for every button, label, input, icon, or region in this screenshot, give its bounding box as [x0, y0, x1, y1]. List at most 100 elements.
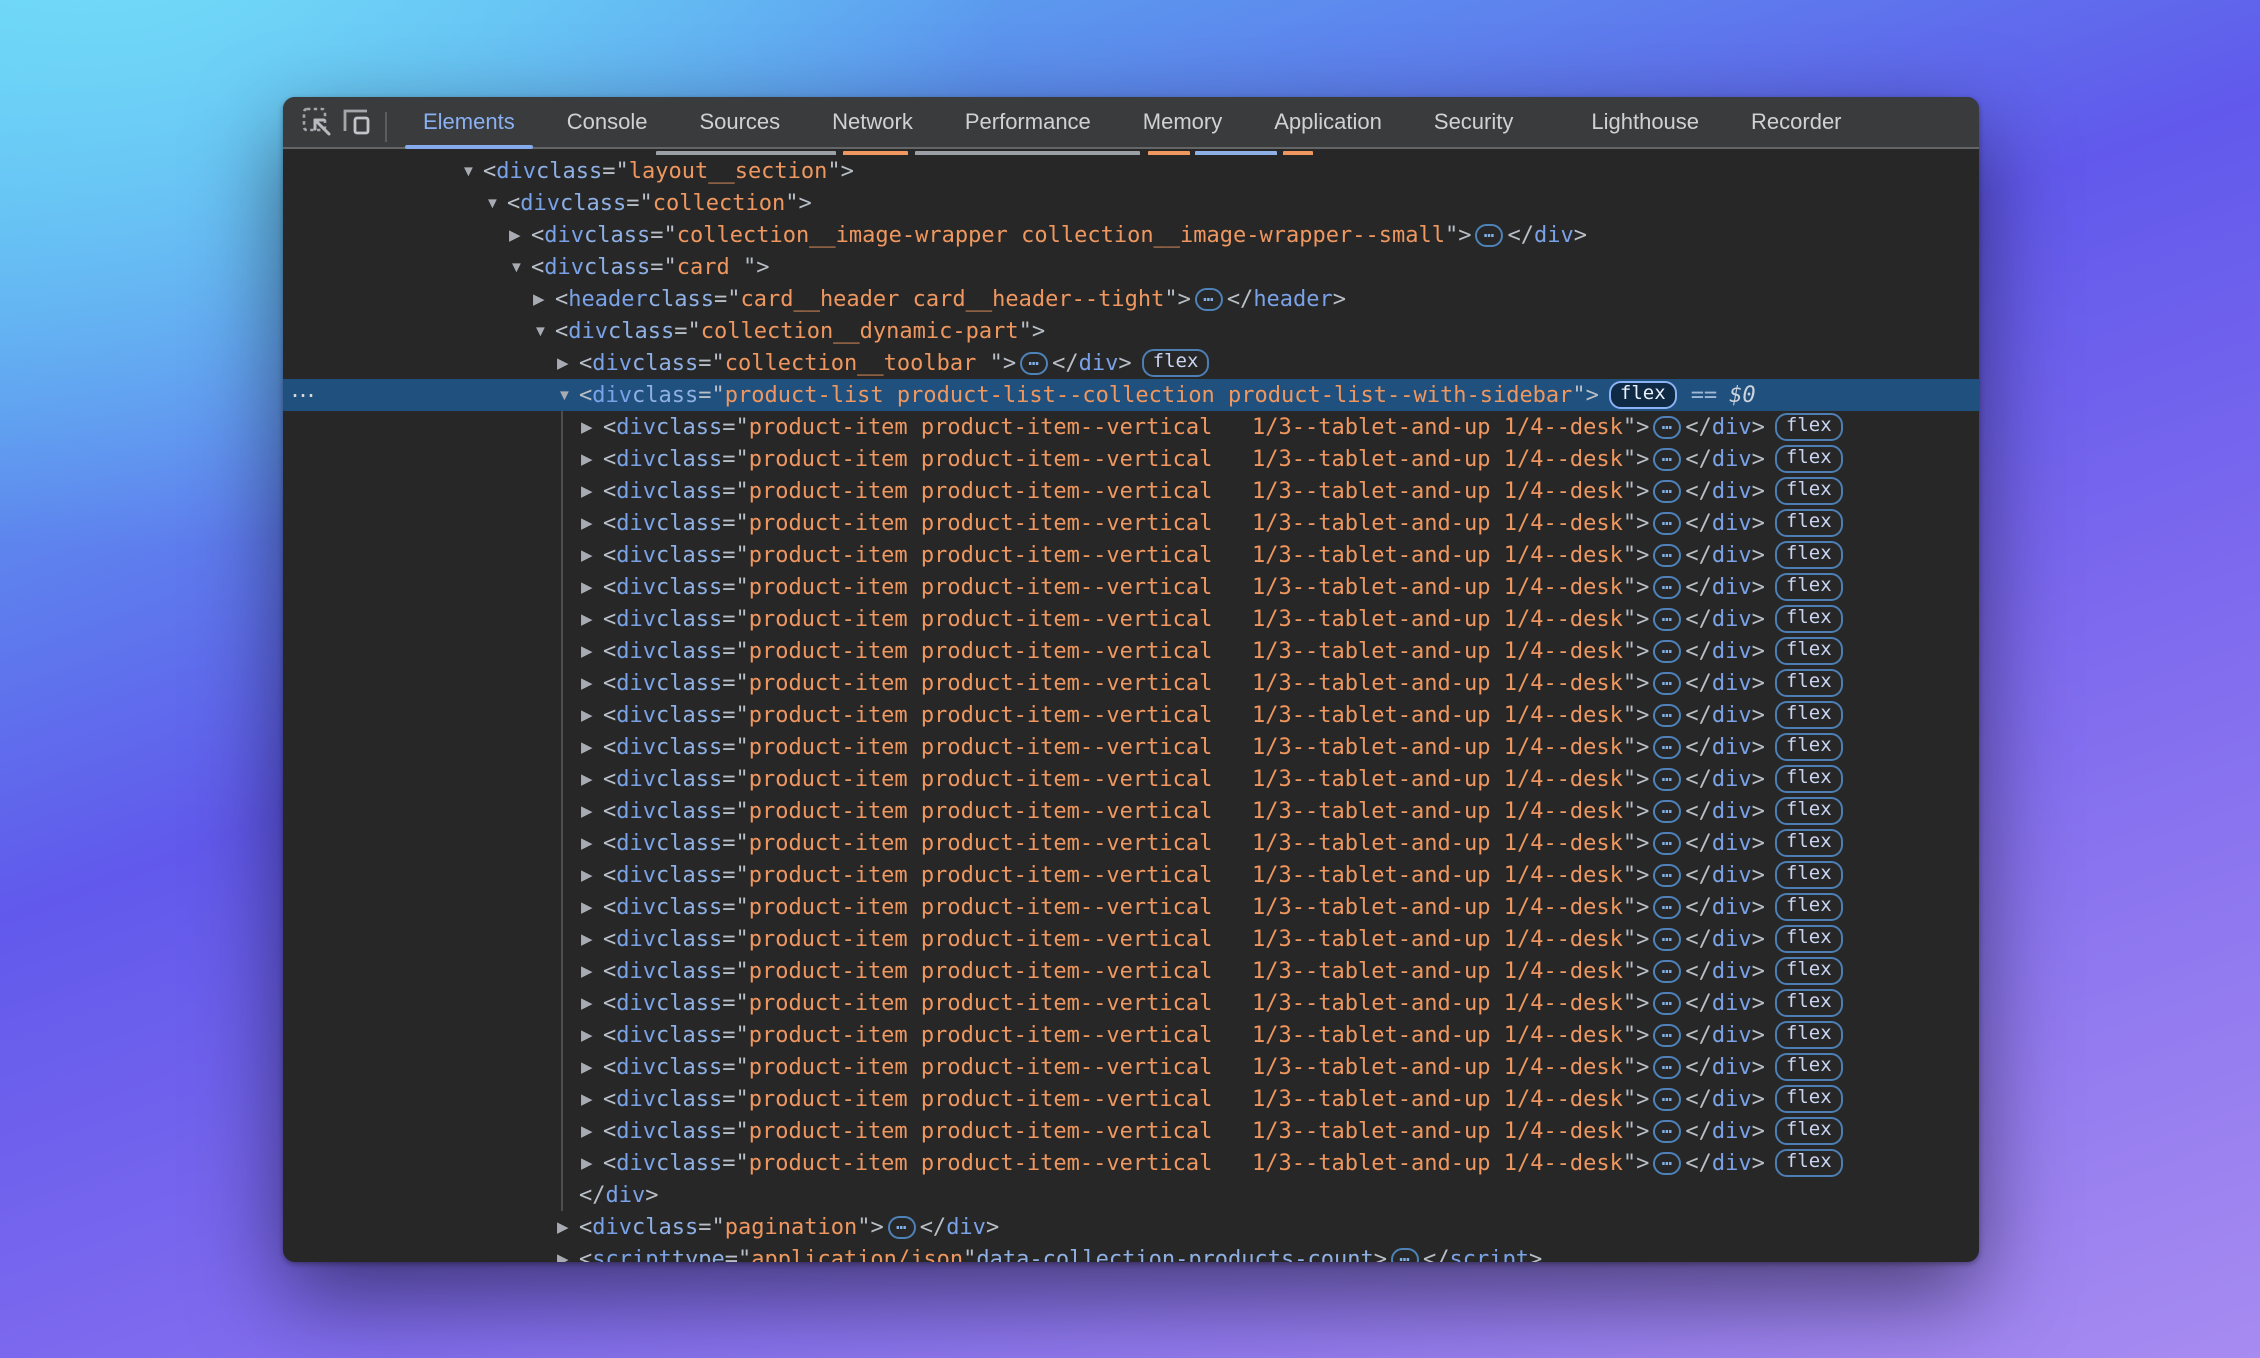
- flex-badge[interactable]: flex: [1775, 445, 1843, 473]
- tree-row-product-item[interactable]: ▶<div class="product-item product-item--…: [283, 1019, 1979, 1051]
- flex-badge[interactable]: flex: [1775, 701, 1843, 729]
- tree-row-layout-section[interactable]: ▼<div class="layout__section">: [283, 155, 1979, 187]
- inline-expand-icon[interactable]: …: [1653, 576, 1681, 599]
- inline-expand-icon[interactable]: …: [1653, 928, 1681, 951]
- inline-expand-icon[interactable]: …: [888, 1216, 916, 1239]
- tree-row-product-item[interactable]: ▶<div class="product-item product-item--…: [283, 603, 1979, 635]
- flex-badge[interactable]: flex: [1775, 509, 1843, 537]
- inline-expand-icon[interactable]: …: [1653, 992, 1681, 1015]
- tree-row-collection-products-count-script[interactable]: ▶<script type="application/json" data-co…: [283, 1243, 1979, 1262]
- flex-badge[interactable]: flex: [1775, 637, 1843, 665]
- tree-row-collection-dynamic-part[interactable]: ▼<div class="collection__dynamic-part">: [283, 315, 1979, 347]
- tree-row-product-item[interactable]: ▶<div class="product-item product-item--…: [283, 923, 1979, 955]
- flex-badge[interactable]: flex: [1775, 573, 1843, 601]
- flex-badge[interactable]: flex: [1775, 957, 1843, 985]
- tree-row-product-item[interactable]: ▶<div class="product-item product-item--…: [283, 955, 1979, 987]
- tree-row-product-item[interactable]: ▶<div class="product-item product-item--…: [283, 859, 1979, 891]
- tab-security[interactable]: Security: [1408, 97, 1539, 147]
- tab-network[interactable]: Network: [806, 97, 939, 147]
- tree-row-product-item[interactable]: ▶<div class="product-item product-item--…: [283, 667, 1979, 699]
- tab-sources[interactable]: Sources: [673, 97, 806, 147]
- tab-elements[interactable]: Elements: [397, 97, 541, 147]
- tree-row-product-item[interactable]: ▶<div class="product-item product-item--…: [283, 795, 1979, 827]
- inline-expand-icon[interactable]: …: [1653, 1056, 1681, 1079]
- flex-badge[interactable]: flex: [1775, 797, 1843, 825]
- inline-expand-icon[interactable]: …: [1653, 672, 1681, 695]
- tree-row-card-header[interactable]: ▶<header class="card__header card__heade…: [283, 283, 1979, 315]
- inline-expand-icon[interactable]: …: [1195, 288, 1223, 311]
- inline-expand-icon[interactable]: …: [1653, 480, 1681, 503]
- tab-console[interactable]: Console: [541, 97, 674, 147]
- inline-expand-icon[interactable]: …: [1653, 704, 1681, 727]
- inline-expand-icon[interactable]: …: [1653, 864, 1681, 887]
- inline-expand-icon[interactable]: …: [1653, 448, 1681, 471]
- inline-expand-icon[interactable]: …: [1653, 640, 1681, 663]
- flex-badge[interactable]: flex: [1775, 1149, 1843, 1177]
- tree-row-collection-image-wrapper[interactable]: ▶<div class="collection__image-wrapper c…: [283, 219, 1979, 251]
- tree-row-product-item[interactable]: ▶<div class="product-item product-item--…: [283, 763, 1979, 795]
- tree-row-product-item[interactable]: ▶<div class="product-item product-item--…: [283, 539, 1979, 571]
- tree-row-product-list[interactable]: ⋯▼<div class="product-list product-list-…: [283, 379, 1979, 411]
- inline-expand-icon[interactable]: …: [1653, 544, 1681, 567]
- tree-row-product-item[interactable]: ▶<div class="product-item product-item--…: [283, 507, 1979, 539]
- flex-badge[interactable]: flex: [1775, 861, 1843, 889]
- inline-expand-icon[interactable]: …: [1653, 512, 1681, 535]
- tree-row-product-item[interactable]: ▶<div class="product-item product-item--…: [283, 1147, 1979, 1179]
- tree-row-product-item[interactable]: ▶<div class="product-item product-item--…: [283, 1051, 1979, 1083]
- flex-badge[interactable]: flex: [1775, 925, 1843, 953]
- tree-row-product-item[interactable]: ▶<div class="product-item product-item--…: [283, 411, 1979, 443]
- flex-badge[interactable]: flex: [1775, 1021, 1843, 1049]
- inline-expand-icon[interactable]: …: [1653, 832, 1681, 855]
- tree-row-product-item[interactable]: ▶<div class="product-item product-item--…: [283, 571, 1979, 603]
- flex-badge[interactable]: flex: [1775, 605, 1843, 633]
- flex-badge[interactable]: flex: [1775, 1117, 1843, 1145]
- flex-badge[interactable]: flex: [1775, 477, 1843, 505]
- tree-row-card[interactable]: ▼<div class="card ">: [283, 251, 1979, 283]
- inline-expand-icon[interactable]: …: [1653, 608, 1681, 631]
- inline-expand-icon[interactable]: …: [1653, 896, 1681, 919]
- tree-row-product-item[interactable]: ▶<div class="product-item product-item--…: [283, 699, 1979, 731]
- inline-expand-icon[interactable]: …: [1653, 1088, 1681, 1111]
- flex-badge[interactable]: flex: [1775, 733, 1843, 761]
- inline-expand-icon[interactable]: …: [1020, 352, 1048, 375]
- flex-badge[interactable]: flex: [1775, 765, 1843, 793]
- tree-row-pagination[interactable]: ▶<div class="pagination">…</div>: [283, 1211, 1979, 1243]
- flex-badge[interactable]: flex: [1775, 893, 1843, 921]
- flex-badge[interactable]: flex: [1775, 541, 1843, 569]
- tree-row-product-item[interactable]: ▶<div class="product-item product-item--…: [283, 987, 1979, 1019]
- flex-badge[interactable]: flex: [1775, 669, 1843, 697]
- tree-row-collection-toolbar[interactable]: ▶<div class="collection__toolbar ">…</di…: [283, 347, 1979, 379]
- tree-row-product-list-closing-tag[interactable]: </div>: [283, 1179, 1979, 1211]
- flex-badge[interactable]: flex: [1775, 1085, 1843, 1113]
- tree-row-product-item[interactable]: ▶<div class="product-item product-item--…: [283, 891, 1979, 923]
- tree-row-product-item[interactable]: ▶<div class="product-item product-item--…: [283, 731, 1979, 763]
- inline-expand-icon[interactable]: …: [1653, 768, 1681, 791]
- tree-row-product-item[interactable]: ▶<div class="product-item product-item--…: [283, 1083, 1979, 1115]
- flex-badge[interactable]: flex: [1609, 381, 1677, 409]
- flex-badge[interactable]: flex: [1142, 349, 1210, 377]
- inspect-icon[interactable]: [297, 102, 337, 142]
- tree-row-product-item[interactable]: ▶<div class="product-item product-item--…: [283, 827, 1979, 859]
- tab-recorder[interactable]: Recorder: [1725, 97, 1867, 147]
- inline-expand-icon[interactable]: …: [1653, 1024, 1681, 1047]
- inline-expand-icon[interactable]: …: [1653, 1120, 1681, 1143]
- tab-memory[interactable]: Memory: [1117, 97, 1248, 147]
- flex-badge[interactable]: flex: [1775, 829, 1843, 857]
- tree-row-product-item[interactable]: ▶<div class="product-item product-item--…: [283, 635, 1979, 667]
- device-toolbar-icon[interactable]: [337, 102, 377, 142]
- tree-row-product-item[interactable]: ▶<div class="product-item product-item--…: [283, 1115, 1979, 1147]
- tab-lighthouse[interactable]: Lighthouse: [1565, 97, 1725, 147]
- flex-badge[interactable]: flex: [1775, 989, 1843, 1017]
- inline-expand-icon[interactable]: …: [1653, 1152, 1681, 1175]
- inline-expand-icon[interactable]: …: [1653, 960, 1681, 983]
- tab-performance[interactable]: Performance: [939, 97, 1117, 147]
- tree-row-collection[interactable]: ▼<div class="collection">: [283, 187, 1979, 219]
- inline-expand-icon[interactable]: …: [1653, 800, 1681, 823]
- inline-expand-icon[interactable]: …: [1475, 224, 1503, 247]
- inline-expand-icon[interactable]: …: [1391, 1248, 1419, 1263]
- tab-application[interactable]: Application: [1248, 97, 1408, 147]
- flex-badge[interactable]: flex: [1775, 413, 1843, 441]
- tree-row-product-item[interactable]: ▶<div class="product-item product-item--…: [283, 475, 1979, 507]
- tree-row-product-item[interactable]: ▶<div class="product-item product-item--…: [283, 443, 1979, 475]
- inline-expand-icon[interactable]: …: [1653, 416, 1681, 439]
